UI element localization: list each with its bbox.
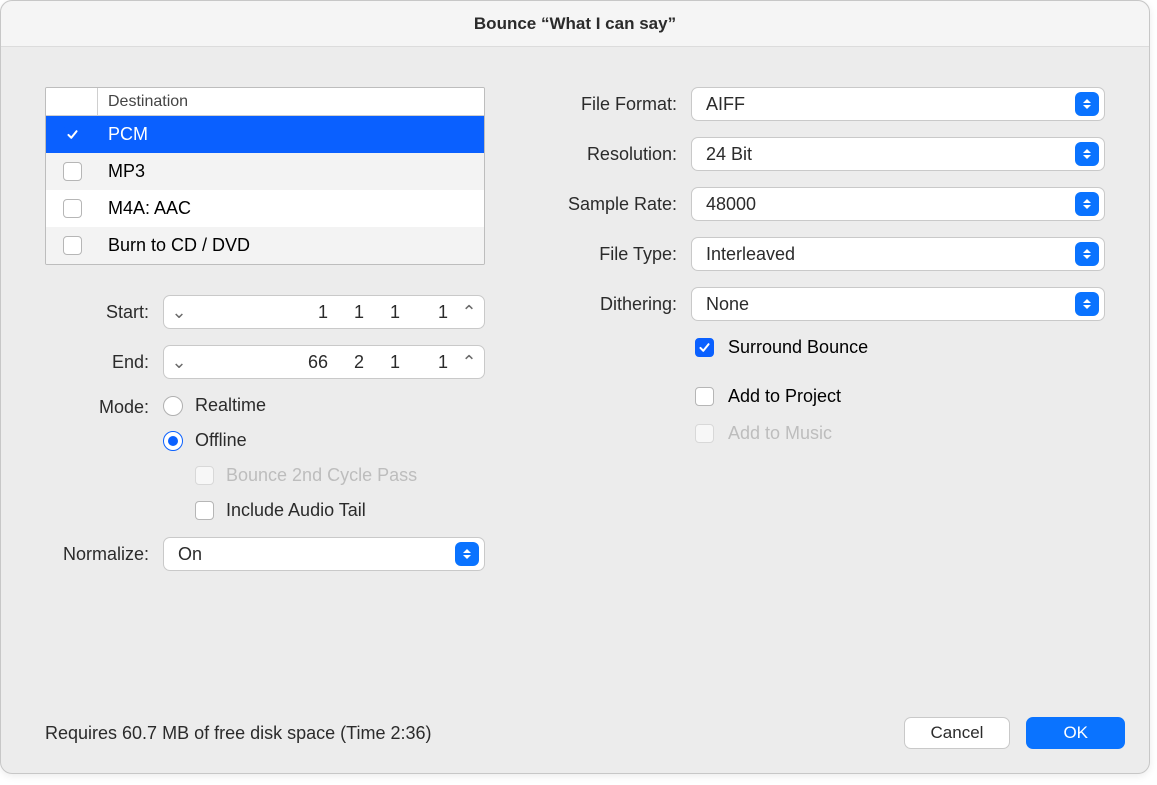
check-icon xyxy=(698,341,711,354)
cancel-button[interactable]: Cancel xyxy=(904,717,1011,749)
normalize-label: Normalize: xyxy=(45,544,163,565)
checkbox-label: Surround Bounce xyxy=(728,337,868,358)
window-title: Bounce “What I can say” xyxy=(1,1,1149,47)
start-division[interactable]: 1 xyxy=(370,302,406,323)
updown-stepper-icon xyxy=(1075,242,1099,266)
resolution-select[interactable]: 24 Bit xyxy=(691,137,1105,171)
select-value: Interleaved xyxy=(692,244,1075,265)
updown-stepper-icon xyxy=(1075,192,1099,216)
surround-bounce-checkbox[interactable]: Surround Bounce xyxy=(695,337,1105,358)
add-to-music-checkbox: Add to Music xyxy=(695,423,1105,444)
add-to-project-checkbox[interactable]: Add to Project xyxy=(695,386,1105,407)
bounce-2nd-cycle-checkbox: Bounce 2nd Cycle Pass xyxy=(195,465,417,486)
checkbox-icon[interactable] xyxy=(695,387,714,406)
chevron-down-icon[interactable]: ⌄ xyxy=(164,302,194,323)
checkbox-label: Add to Music xyxy=(728,423,832,444)
ok-button[interactable]: OK xyxy=(1026,717,1125,749)
resolution-label: Resolution: xyxy=(541,144,691,165)
select-value: On xyxy=(164,544,455,565)
include-audio-tail-checkbox[interactable]: Include Audio Tail xyxy=(195,500,417,521)
file-type-select[interactable]: Interleaved xyxy=(691,237,1105,271)
sample-rate-label: Sample Rate: xyxy=(541,194,691,215)
destination-header-label: Destination xyxy=(98,88,484,115)
chevron-up-icon[interactable]: ⌃ xyxy=(454,352,484,373)
destination-header-checkbox-col xyxy=(46,88,98,115)
checkbox-icon xyxy=(195,466,214,485)
updown-stepper-icon xyxy=(1075,142,1099,166)
select-value: AIFF xyxy=(692,94,1075,115)
destination-row-m4a[interactable]: M4A: AAC xyxy=(46,190,484,227)
dithering-select[interactable]: None xyxy=(691,287,1105,321)
file-format-label: File Format: xyxy=(541,94,691,115)
destination-checkbox-mp3[interactable] xyxy=(63,162,82,181)
start-tick[interactable]: 1 xyxy=(406,302,454,323)
destination-checkbox-m4a[interactable] xyxy=(63,199,82,218)
chevron-up-icon[interactable]: ⌃ xyxy=(454,302,484,323)
updown-stepper-icon xyxy=(455,542,479,566)
radio-icon xyxy=(163,431,183,451)
destination-table: Destination PCM xyxy=(45,87,485,265)
start-bar[interactable]: 1 xyxy=(298,302,334,323)
destination-row-mp3[interactable]: MP3 xyxy=(46,153,484,190)
destination-label: Burn to CD / DVD xyxy=(98,235,484,256)
left-column: Destination PCM xyxy=(45,87,485,691)
select-value: None xyxy=(692,294,1075,315)
destination-row-burn[interactable]: Burn to CD / DVD xyxy=(46,227,484,264)
mode-label: Mode: xyxy=(45,395,163,418)
checkbox-icon xyxy=(695,424,714,443)
chevron-down-icon[interactable]: ⌄ xyxy=(164,352,194,373)
checkbox-icon[interactable] xyxy=(695,338,714,357)
end-label: End: xyxy=(45,352,163,373)
destination-label: PCM xyxy=(98,124,484,145)
end-bar[interactable]: 66 xyxy=(298,352,334,373)
right-column: File Format: AIFF Resolution: 24 Bit Sam… xyxy=(541,87,1105,691)
start-position-field[interactable]: ⌄ 1 1 1 1 ⌃ xyxy=(163,295,485,329)
destination-checkbox-burn[interactable] xyxy=(63,236,82,255)
dialog-footer: Requires 60.7 MB of free disk space (Tim… xyxy=(1,711,1149,773)
updown-stepper-icon xyxy=(1075,92,1099,116)
radio-icon xyxy=(163,396,183,416)
start-beat[interactable]: 1 xyxy=(334,302,370,323)
end-tick[interactable]: 1 xyxy=(406,352,454,373)
mode-offline-radio[interactable]: Offline xyxy=(163,430,417,451)
select-value: 24 Bit xyxy=(692,144,1075,165)
radio-label: Realtime xyxy=(195,395,266,416)
start-label: Start: xyxy=(45,302,163,323)
end-division[interactable]: 1 xyxy=(370,352,406,373)
destination-header: Destination xyxy=(46,88,484,116)
file-type-label: File Type: xyxy=(541,244,691,265)
destination-label: M4A: AAC xyxy=(98,198,484,219)
destination-label: MP3 xyxy=(98,161,484,182)
normalize-select[interactable]: On xyxy=(163,537,485,571)
checkbox-label: Include Audio Tail xyxy=(226,500,366,521)
checkbox-label: Add to Project xyxy=(728,386,841,407)
disk-space-status: Requires 60.7 MB of free disk space (Tim… xyxy=(45,723,888,744)
updown-stepper-icon xyxy=(1075,292,1099,316)
file-format-select[interactable]: AIFF xyxy=(691,87,1105,121)
select-value: 48000 xyxy=(692,194,1075,215)
checkbox-label: Bounce 2nd Cycle Pass xyxy=(226,465,417,486)
end-beat[interactable]: 2 xyxy=(334,352,370,373)
radio-label: Offline xyxy=(195,430,247,451)
checkbox-icon[interactable] xyxy=(195,501,214,520)
dithering-label: Dithering: xyxy=(541,294,691,315)
destination-row-pcm[interactable]: PCM xyxy=(46,116,484,153)
sample-rate-select[interactable]: 48000 xyxy=(691,187,1105,221)
dialog-content: Destination PCM xyxy=(1,47,1149,711)
end-position-field[interactable]: ⌄ 66 2 1 1 ⌃ xyxy=(163,345,485,379)
mode-realtime-radio[interactable]: Realtime xyxy=(163,395,417,416)
mode-radio-group: Realtime Offline Bounce 2nd Cycle Pass xyxy=(163,395,417,521)
bounce-dialog: Bounce “What I can say” Destination PCM xyxy=(0,0,1150,774)
destination-checkbox-pcm[interactable] xyxy=(63,125,82,144)
check-icon xyxy=(66,128,79,141)
